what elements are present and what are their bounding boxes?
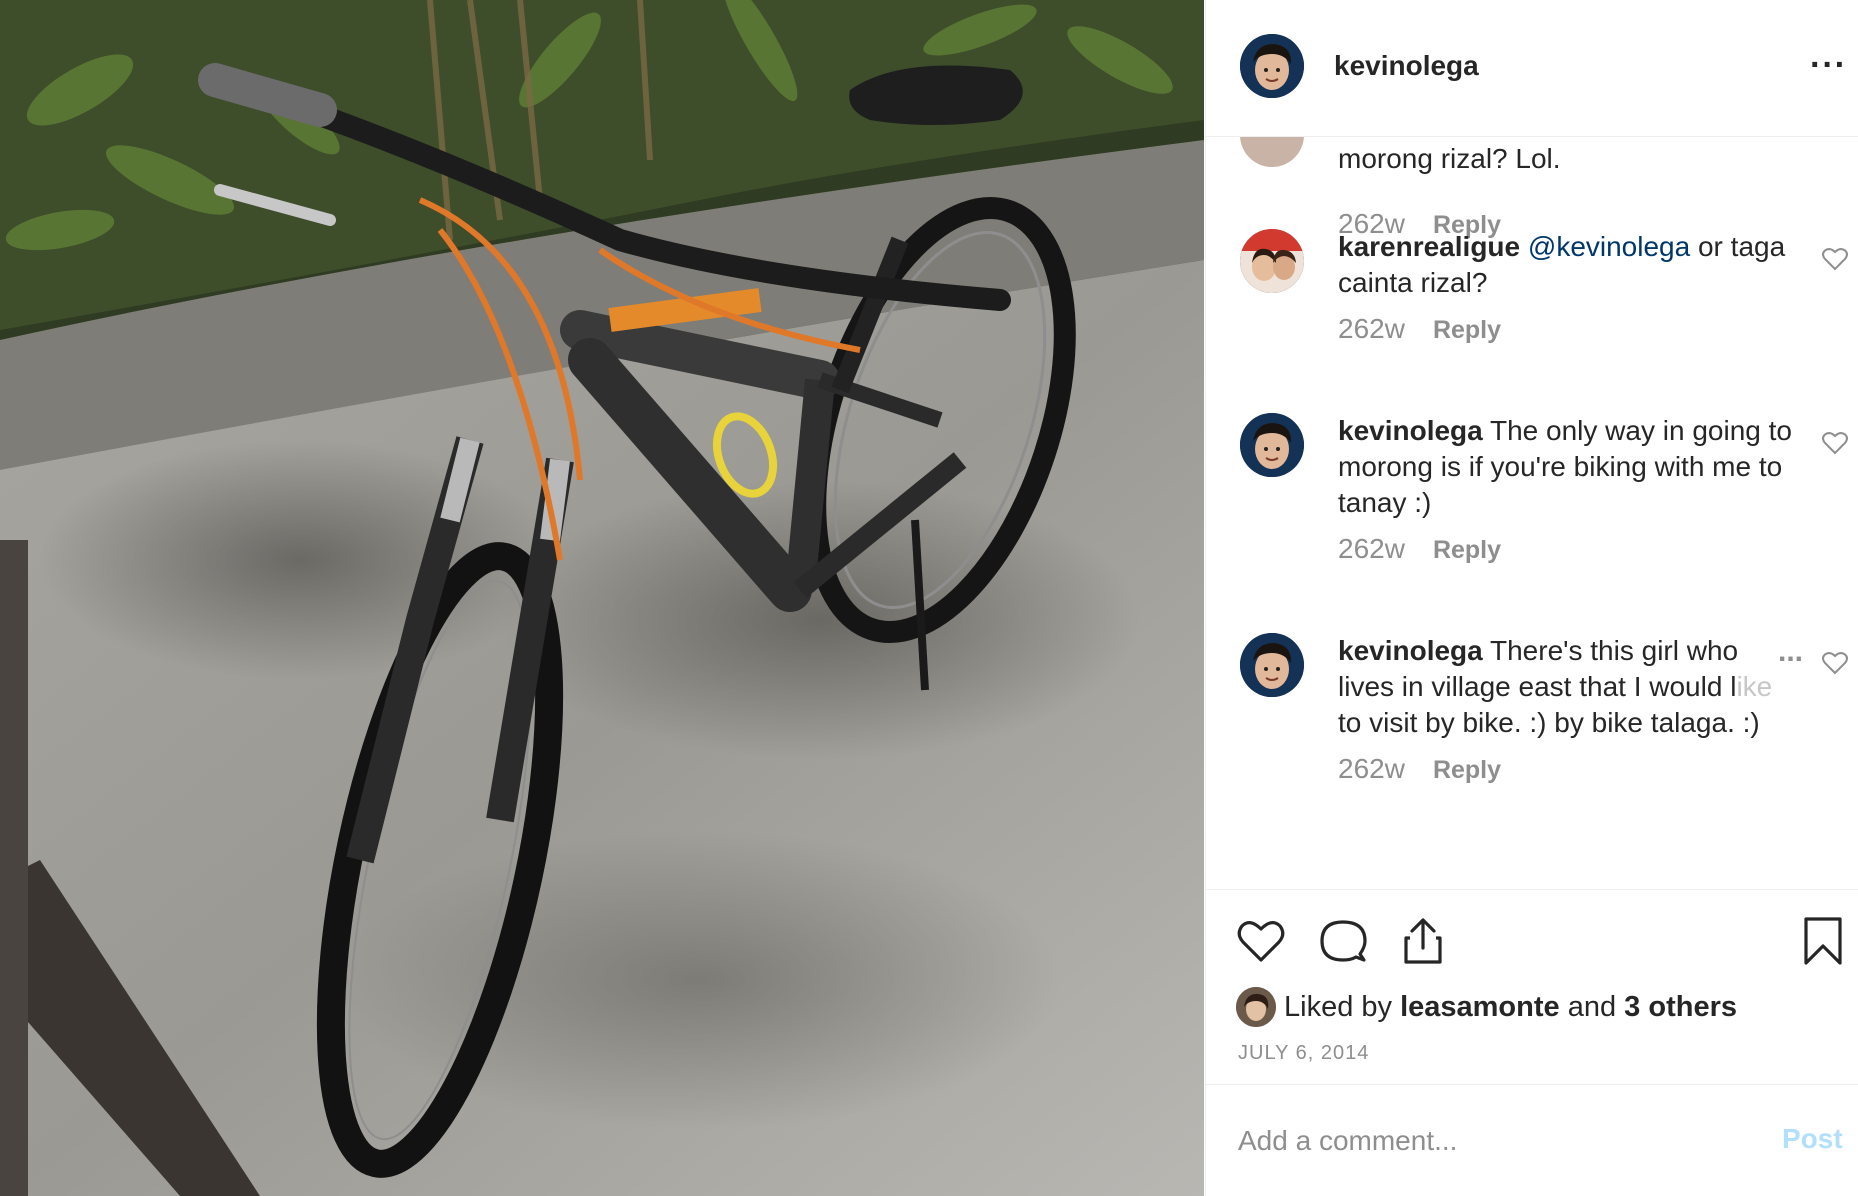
liked-by-others-link[interactable]: 3 others: [1624, 991, 1737, 1024]
commenter-avatar[interactable]: [1240, 137, 1304, 167]
liked-by-summary[interactable]: Liked by leasamonte and 3 others: [1236, 986, 1737, 1028]
comment-time: 262w: [1338, 313, 1405, 344]
comment-like-heart-icon[interactable]: [1822, 247, 1848, 271]
post-side-panel: kevinolega ··· morong rizal? Lol. 262w Re…: [1205, 0, 1858, 1196]
commenter-avatar[interactable]: [1240, 229, 1304, 293]
bicycle-photo: [0, 0, 1204, 1196]
more-options-icon[interactable]: ···: [1810, 48, 1847, 82]
post-header: kevinolega ···: [1206, 0, 1858, 137]
comments-list[interactable]: morong rizal? Lol. 262w Reply karenrealig…: [1206, 137, 1858, 889]
comment-username[interactable]: kevinolega: [1338, 635, 1483, 666]
commenter-avatar[interactable]: [1240, 413, 1304, 477]
profile-photo: [1240, 633, 1304, 697]
post-date[interactable]: JULY 6, 2014: [1238, 1042, 1369, 1065]
profile-photo: [1240, 229, 1304, 293]
comment-meta: 262w Reply: [1338, 753, 1501, 785]
comment-text: kevinolega The only way in going to moro…: [1338, 413, 1798, 521]
post-photo[interactable]: [0, 0, 1204, 1196]
reply-button[interactable]: Reply: [1433, 756, 1501, 784]
comment-like-heart-icon[interactable]: [1822, 431, 1848, 455]
liker-avatar: [1236, 987, 1276, 1027]
heart-icon[interactable]: [1236, 916, 1286, 966]
author-username[interactable]: kevinolega: [1334, 50, 1479, 82]
commenter-avatar[interactable]: [1240, 633, 1304, 697]
comment-mention-link[interactable]: @kevinolega: [1528, 231, 1690, 262]
comment-username[interactable]: karenrealigue: [1338, 231, 1520, 262]
liked-by-username[interactable]: leasamonte: [1400, 991, 1560, 1024]
comment-username[interactable]: kevinolega: [1338, 415, 1483, 446]
comment-like-heart-icon[interactable]: [1822, 651, 1848, 675]
profile-photo: [1240, 413, 1304, 477]
comment-time: 262w: [1338, 753, 1405, 784]
liked-by-joiner: and: [1567, 990, 1617, 1023]
add-comment-input[interactable]: [1238, 1121, 1738, 1161]
author-avatar[interactable]: [1240, 34, 1304, 98]
comment-more-options-icon[interactable]: ...: [1774, 635, 1804, 669]
comment-meta: 262w Reply: [1338, 533, 1501, 565]
comment-text: karenrealigue @kevinolega or taga cainta…: [1338, 229, 1798, 301]
comment-body: to visit by bike. :) by bike talaga. :): [1338, 707, 1760, 738]
post-comment-button[interactable]: Post: [1782, 1123, 1843, 1155]
liked-by-prefix: Liked by: [1284, 990, 1393, 1023]
reply-button[interactable]: Reply: [1433, 536, 1501, 564]
comment-text: morong rizal? Lol.: [1338, 143, 1561, 174]
post-actions: Liked by leasamonte and 3 others JULY 6,…: [1206, 889, 1858, 1084]
reply-button[interactable]: Reply: [1433, 316, 1501, 344]
comment-text: kevinolega There's this girl who lives i…: [1338, 633, 1798, 741]
bookmark-icon[interactable]: [1798, 916, 1848, 966]
add-comment-bar: Post: [1206, 1084, 1858, 1196]
comment-body-faded: ike: [1736, 671, 1773, 702]
comment-time: 262w: [1338, 533, 1405, 564]
comment-bubble-icon[interactable]: [1318, 916, 1368, 966]
share-icon[interactable]: [1398, 916, 1448, 966]
comment-meta: 262w Reply: [1338, 313, 1501, 345]
profile-photo: [1240, 34, 1304, 98]
